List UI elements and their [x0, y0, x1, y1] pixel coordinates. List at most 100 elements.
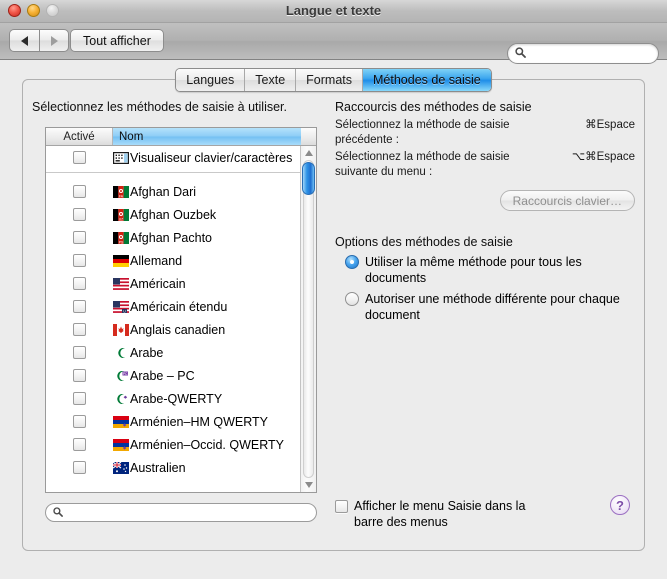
list-item[interactable]: Allemand	[46, 249, 300, 272]
row-name-cell: UZ Afghan Ouzbek	[113, 208, 216, 222]
enable-checkbox[interactable]	[73, 300, 86, 313]
column-header-spacer	[301, 128, 316, 145]
row-checkbox-cell	[46, 254, 113, 267]
flag-afghanistan-icon: FA	[113, 185, 129, 198]
window-title: Langue et texte	[285, 3, 382, 18]
shortcut-label-next: Sélectionnez la méthode de saisie suivan…	[335, 151, 510, 178]
list-filter-search-field[interactable]	[45, 503, 317, 522]
radio-option-different-method[interactable]: Autoriser une méthode différente pour ch…	[335, 291, 635, 323]
enable-checkbox[interactable]	[73, 151, 86, 164]
column-header-name[interactable]: Nom	[113, 128, 301, 145]
pinned-rows-group: Visualiseur clavier/caractères	[46, 146, 300, 173]
list-item-label: Anglais canadien	[130, 322, 226, 337]
svg-text:FA: FA	[119, 194, 124, 197]
shortcut-row-next: Sélectionnez la méthode de saisie suivan…	[335, 150, 635, 180]
enable-checkbox[interactable]	[73, 208, 86, 221]
enable-checkbox[interactable]	[73, 346, 86, 359]
list-item[interactable]: PS Afghan Pachto	[46, 226, 300, 249]
list-item[interactable]: Arménien–HM QWERTY	[46, 410, 300, 433]
enable-checkbox[interactable]	[73, 461, 86, 474]
tab-methodes-de-saisie[interactable]: Méthodes de saisie	[363, 69, 491, 91]
row-name-cell: PS Afghan Pachto	[113, 231, 212, 245]
input-methods-list: Activé Nom Visualiseur clavier/caractère…	[45, 127, 317, 493]
keyboard-shortcuts-button-wrap: Raccourcis clavier…	[335, 190, 635, 211]
column-header-enabled[interactable]: Activé	[46, 128, 113, 145]
list-item[interactable]: Visualiseur clavier/caractères	[46, 146, 300, 169]
list-item-label: Afghan Dari	[130, 184, 197, 199]
radio-button-unselected-icon[interactable]	[345, 292, 359, 306]
flag-afghanistan-icon: PS	[113, 231, 129, 244]
scrollbar-track[interactable]	[303, 160, 314, 478]
radio-button-selected-icon[interactable]	[345, 255, 359, 269]
flag-arabic-crescent-icon	[113, 347, 129, 359]
list-vertical-scrollbar[interactable]	[300, 146, 316, 492]
radio-option-same-method[interactable]: Utiliser la même méthode pour tous les d…	[335, 254, 635, 286]
list-item[interactable]: Arménien–Occid. QWERTY	[46, 433, 300, 456]
navigation-button-group	[9, 29, 69, 52]
list-item[interactable]: Anglais canadien	[46, 318, 300, 341]
row-checkbox-cell	[46, 369, 113, 382]
tab-texte[interactable]: Texte	[245, 69, 297, 91]
row-name-cell: U Américain étendu	[113, 300, 227, 314]
list-item[interactable]: FA Afghan Dari	[46, 180, 300, 203]
enable-checkbox[interactable]	[73, 323, 86, 336]
list-filter-search-input[interactable]	[66, 505, 290, 520]
shortcuts-section-title: Raccourcis des méthodes de saisie	[335, 100, 532, 114]
enable-checkbox[interactable]	[73, 392, 86, 405]
flag-australia-icon	[113, 461, 129, 474]
scroll-up-arrow-icon[interactable]	[301, 146, 316, 160]
enable-checkbox[interactable]	[73, 254, 86, 267]
list-item-label: Allemand	[130, 253, 183, 268]
keyboard-shortcuts-button[interactable]: Raccourcis clavier…	[499, 190, 635, 211]
svg-text:UZ: UZ	[119, 217, 124, 220]
enable-checkbox[interactable]	[73, 277, 86, 290]
enable-checkbox[interactable]	[73, 231, 86, 244]
list-item[interactable]: Arabe	[46, 341, 300, 364]
right-column: Raccourcis des méthodes de saisie Sélect…	[335, 100, 635, 323]
flag-afghanistan-icon: UZ	[113, 208, 129, 221]
show-input-menu-checkbox[interactable]	[335, 500, 348, 513]
list-item[interactable]: Australien	[46, 456, 300, 479]
tab-formats[interactable]: Formats	[296, 69, 363, 91]
list-item[interactable]: Arabe-QWERTY	[46, 387, 300, 410]
list-item[interactable]: U Américain étendu	[46, 295, 300, 318]
list-item[interactable]: Américain	[46, 272, 300, 295]
list-item-label: Arabe – PC	[130, 368, 195, 383]
enable-checkbox[interactable]	[73, 415, 86, 428]
row-checkbox-cell	[46, 185, 113, 198]
list-item-label: Afghan Ouzbek	[130, 207, 217, 222]
back-button[interactable]	[9, 29, 39, 52]
list-item[interactable]: PC Arabe – PC	[46, 364, 300, 387]
row-checkbox-cell	[46, 323, 113, 336]
forward-button	[39, 29, 69, 52]
toolbar-search-field[interactable]	[507, 43, 659, 64]
row-name-cell: PC Arabe – PC	[113, 369, 195, 383]
intro-label: Sélectionnez les méthodes de saisie à ut…	[32, 100, 288, 114]
scrollbar-thumb[interactable]	[302, 162, 315, 195]
radio-label-different-method: Autoriser une méthode différente pour ch…	[365, 292, 620, 322]
toolbar-search-input[interactable]	[529, 45, 643, 62]
row-name-cell: Visualiseur clavier/caractères	[113, 151, 292, 165]
row-checkbox-cell	[46, 231, 113, 244]
tab-langues[interactable]: Langues	[176, 69, 246, 91]
show-input-menu-label: Afficher le menu Saisie dans la barre de…	[354, 499, 526, 529]
list-item[interactable]: UZ Afghan Ouzbek	[46, 203, 300, 226]
flag-armenia-icon	[113, 415, 129, 428]
list-item-label: Arabe	[130, 345, 164, 360]
flag-usa-icon: U	[113, 300, 129, 313]
radio-label-same-method: Utiliser la même méthode pour tous les d…	[365, 255, 582, 285]
flag-usa-icon	[113, 277, 129, 290]
scroll-down-arrow-icon[interactable]	[301, 478, 316, 492]
enable-checkbox[interactable]	[73, 438, 86, 451]
enable-checkbox[interactable]	[73, 369, 86, 382]
show-input-menu-checkbox-row[interactable]: Afficher le menu Saisie dans la barre de…	[335, 498, 554, 530]
list-item-label: Australien	[130, 460, 186, 475]
preferences-window: Langue et texte Tout afficher Langues Te…	[0, 0, 667, 579]
options-section-title: Options des méthodes de saisie	[335, 235, 513, 249]
content-panel: Sélectionnez les méthodes de saisie à ut…	[22, 79, 645, 551]
enable-checkbox[interactable]	[73, 185, 86, 198]
list-rows: Visualiseur clavier/caractères FA Afghan…	[46, 146, 300, 492]
list-item-label: Arménien–Occid. QWERTY	[130, 437, 284, 452]
help-button[interactable]: ?	[610, 495, 630, 515]
show-all-button[interactable]: Tout afficher	[70, 29, 164, 52]
